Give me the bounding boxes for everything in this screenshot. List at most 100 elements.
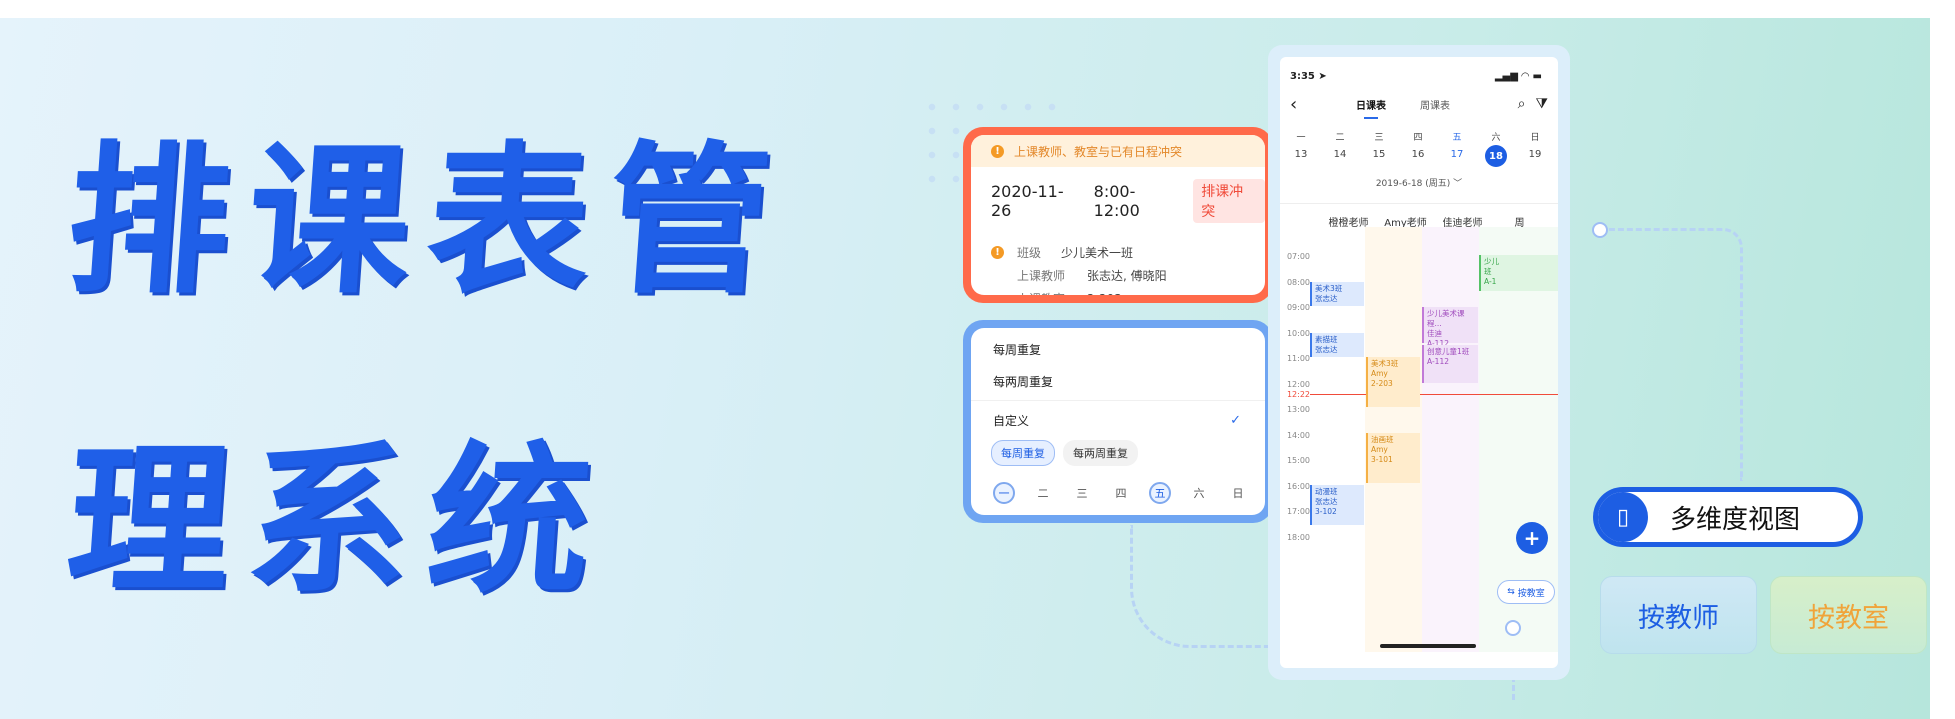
repeat-option-custom-label: 自定义 (993, 413, 1030, 428)
row-value: 张志达, 傅晓阳 (1087, 269, 1167, 283)
event-title: 班 (1484, 267, 1492, 276)
week-day-number: 19 (1528, 149, 1542, 160)
check-icon: ✓ (1230, 412, 1241, 428)
hour-label: 16:00 (1286, 482, 1310, 491)
week-day-number: 13 (1294, 149, 1308, 160)
phone-screen: 3:35 ➤ ▂▄▆ ◠ ▬ ‹ 日课表 周课表 ⌕ ⧩ 一 13 二 14 三 15… (1280, 57, 1558, 668)
conflict-status-badge: 排课冲突 (1193, 179, 1265, 223)
by-teacher-chip[interactable]: 按教师 (1600, 576, 1757, 654)
repeat-tag-biweekly[interactable]: 每两周重复 (1063, 440, 1138, 466)
week-strip: 一 13 二 14 三 15 四 16 五 17 六 18 日 19 (1280, 114, 1558, 167)
tab-week-schedule[interactable]: 周课表 (1420, 97, 1450, 112)
hour-label: 17:00 (1286, 507, 1310, 516)
home-indicator (1380, 644, 1476, 648)
switch-icon: ⇆ (1507, 587, 1518, 597)
switch-by-room-label: 按教室 (1517, 588, 1545, 599)
hour-label: 13:00 (1286, 405, 1310, 414)
weekday-toggle-thu[interactable]: 四 (1110, 482, 1132, 504)
weekday-toggle-sun[interactable]: 日 (1227, 482, 1249, 504)
row-key: 班级 (1017, 246, 1042, 260)
hour-label: 07:00 (1286, 252, 1310, 261)
multi-view-label: 多维度视图 (1670, 504, 1801, 535)
tab-day-schedule[interactable]: 日课表 (1356, 97, 1386, 119)
weekday-toggle-wed[interactable]: 三 (1071, 482, 1093, 504)
row-key: 上课教室 (991, 290, 1087, 295)
row-value: 少儿美术一班 (1061, 246, 1134, 260)
week-day[interactable]: 三 15 (1368, 130, 1390, 167)
week-day[interactable]: 四 16 (1407, 130, 1429, 167)
hour-label: 14:00 (1286, 431, 1310, 440)
current-date-label[interactable]: 2019-6-18 (周五) ﹀ (1280, 176, 1558, 189)
schedule-event[interactable]: 少儿班 A-1 (1479, 255, 1558, 291)
week-day[interactable]: 五 17 (1446, 130, 1468, 167)
switch-by-room-button[interactable]: ⇆ 按教室 (1497, 580, 1555, 604)
event-title: 油画班 (1371, 435, 1394, 444)
repeat-tag-weekly[interactable]: 每周重复 (991, 440, 1055, 466)
week-day[interactable]: 一 13 (1290, 130, 1312, 167)
weekday-toggle-mon[interactable]: 一 (993, 482, 1015, 504)
schedule-event[interactable]: 美术3班 张志达 (1310, 282, 1364, 306)
week-day-label: 二 (1335, 133, 1345, 143)
search-icon[interactable]: ⌕ (1518, 96, 1526, 112)
door-icon: ▯ (1598, 492, 1648, 542)
week-day-label: 日 (1530, 133, 1540, 143)
schedule-event[interactable]: 创意儿童1班 A-112 (1422, 345, 1478, 383)
multi-view-badge: ▯ 多维度视图 (1593, 487, 1863, 547)
repeat-option-biweekly[interactable]: 每两周重复 (971, 365, 1265, 397)
event-title: 动漫班 (1315, 487, 1338, 496)
week-day-number: 17 (1450, 149, 1464, 160)
event-teacher: 张志达 (1315, 497, 1338, 506)
schedule-event[interactable]: 美术3班 Amy 2-203 (1366, 357, 1420, 407)
repeat-option-custom[interactable]: 自定义 ✓ (971, 404, 1265, 436)
conflict-row-class: ! 班级 少儿美术一班 (991, 241, 1265, 264)
week-day-label: 四 (1413, 133, 1423, 143)
current-date-text: 2019-6-18 (周五) (1375, 179, 1451, 189)
event-title: 美术3班 (1315, 284, 1343, 293)
schedule-event[interactable]: 油画班 Amy 3-101 (1366, 433, 1420, 483)
week-day-number: 18 (1485, 145, 1507, 167)
repeat-option-weekly[interactable]: 每周重复 (971, 333, 1265, 365)
weekday-toggle-fri[interactable]: 五 (1149, 482, 1171, 504)
conflict-warning-text: 上课教师、教室与已有日程冲突 (1014, 144, 1183, 159)
decorative-ring (1592, 222, 1608, 238)
location-arrow-icon: ➤ (1318, 71, 1327, 82)
event-title: 美术3班 (1371, 359, 1399, 368)
filter-icon[interactable]: ⧩ (1536, 96, 1549, 112)
warning-icon: ! (991, 246, 1004, 259)
hour-label: 08:00 (1286, 278, 1310, 287)
row-value: 2-203 (1087, 292, 1122, 296)
event-teacher: 佳迪 (1427, 329, 1442, 338)
plus-icon: + (1523, 526, 1541, 550)
week-day[interactable]: 二 14 (1329, 130, 1351, 167)
week-day-label: 五 (1452, 133, 1462, 143)
add-event-button[interactable]: + (1516, 522, 1548, 554)
warning-icon: ! (991, 144, 1004, 158)
phone-navbar: ‹ 日课表 周课表 ⌕ ⧩ (1280, 82, 1558, 119)
schedule-event[interactable]: 素描班 张志达 (1310, 333, 1364, 357)
hour-label: 18:00 (1286, 533, 1310, 542)
hour-label: 09:00 (1286, 303, 1310, 312)
current-time-line (1310, 394, 1558, 395)
schedule-event[interactable]: 少儿美术课程... 佳迪 A-112 (1422, 307, 1478, 348)
event-room: 3-101 (1371, 455, 1393, 464)
hour-label: 12:00 (1286, 380, 1310, 389)
back-arrow-icon[interactable]: ‹ (1290, 94, 1330, 115)
schedule-conflict-card: ! 上课教师、教室与已有日程冲突 2020-11-26 8:00-12:00 排… (963, 127, 1273, 303)
conflict-time: 8:00-12:00 (1093, 182, 1140, 220)
weekday-toggle-tue[interactable]: 二 (1032, 482, 1054, 504)
weekday-toggle-sat[interactable]: 六 (1188, 482, 1210, 504)
event-room: 2-203 (1371, 379, 1393, 388)
by-room-chip[interactable]: 按教室 (1770, 576, 1927, 654)
headline-line-1: 排课表管 (61, 126, 795, 316)
event-title: 少儿美术课程... (1427, 309, 1465, 328)
row-key: 上课教师 (1017, 269, 1066, 283)
repeat-settings-card: 每周重复 每两周重复 自定义 ✓ 每周重复 每两周重复 一 二 三 四 五 六 … (963, 320, 1273, 523)
conflict-row-room: 上课教室 2-203 (991, 287, 1265, 296)
event-title: 素描班 (1315, 335, 1338, 344)
week-day-label: 六 (1491, 133, 1501, 143)
teacher-header-row: 橙橙老师 Amy老师 佳迪老师 周 (1280, 203, 1558, 229)
status-time: 3:35 (1290, 71, 1315, 82)
week-day-selected[interactable]: 六 18 (1485, 130, 1507, 167)
schedule-event[interactable]: 动漫班 张志达 3-102 (1310, 485, 1364, 525)
week-day[interactable]: 日 19 (1524, 130, 1546, 167)
